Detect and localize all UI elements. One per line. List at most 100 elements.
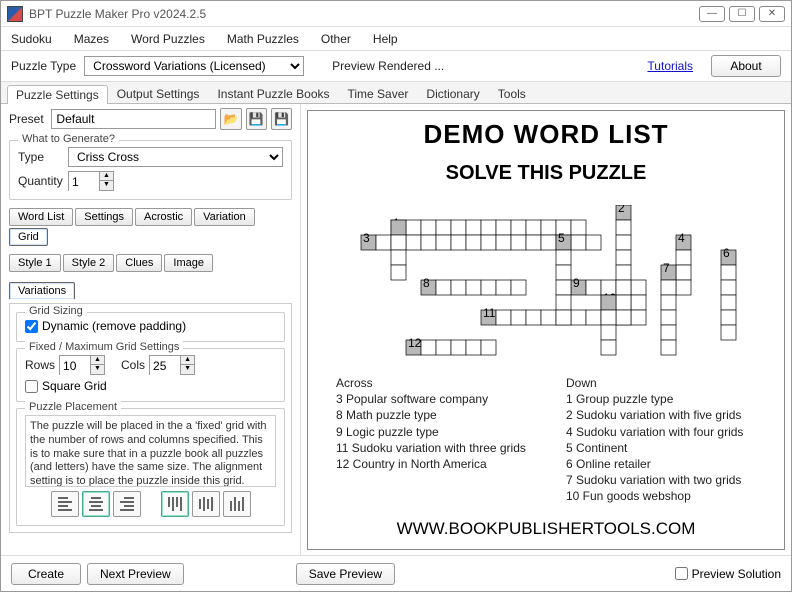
rows-label: Rows: [25, 358, 55, 372]
minimize-button[interactable]: —: [699, 6, 725, 22]
cols-stepper[interactable]: ▲▼: [149, 355, 195, 375]
rows-input[interactable]: [60, 356, 90, 376]
dynamic-checkbox-row[interactable]: Dynamic (remove padding): [25, 319, 276, 333]
save-preview-button[interactable]: Save Preview: [296, 563, 395, 585]
puzzle-type-select[interactable]: Crossword Variations (Licensed): [84, 56, 304, 76]
tab-time-saver[interactable]: Time Saver: [339, 84, 418, 103]
menu-mathpuzzles[interactable]: Math Puzzles: [227, 32, 299, 46]
type-select[interactable]: Criss Cross: [68, 147, 283, 167]
puzzle-type-label: Puzzle Type: [11, 59, 76, 73]
subtab-wordlist[interactable]: Word List: [9, 208, 73, 226]
title-bar: BPT Puzzle Maker Pro v2024.2.5 — ☐ ✕: [1, 1, 791, 27]
save-preset-as-button[interactable]: 💾: [271, 108, 292, 130]
preview-subtitle: SOLVE THIS PUZZLE: [446, 162, 647, 185]
down-clue: 6 Online retailer: [566, 456, 756, 472]
preview-footer: WWW.BOOKPUBLISHERTOOLS.COM: [397, 519, 696, 541]
svg-text:4: 4: [678, 231, 685, 245]
down-clue: 1 Group puzzle type: [566, 391, 756, 407]
tab-dictionary[interactable]: Dictionary: [417, 84, 488, 103]
valign-middle-button[interactable]: [192, 491, 220, 517]
valign-top-button[interactable]: [161, 491, 189, 517]
save-preset-button[interactable]: 💾: [246, 108, 267, 130]
svg-text:12: 12: [408, 336, 422, 350]
across-clue: 11 Sudoku variation with three grids: [336, 440, 526, 456]
app-icon: [7, 6, 23, 22]
puzzle-placement-legend: Puzzle Placement: [25, 401, 121, 413]
clues-across: Across 3 Popular software company 8 Math…: [336, 375, 526, 505]
preview-solution-checkbox[interactable]: [675, 567, 688, 580]
svg-text:9: 9: [573, 276, 580, 290]
subtab-acrostic[interactable]: Acrostic: [135, 208, 192, 226]
tab-output-settings[interactable]: Output Settings: [108, 84, 209, 103]
preview-title: DEMO WORD LIST: [423, 119, 668, 150]
grid-sizing-group: Grid Sizing Dynamic (remove padding): [16, 312, 285, 342]
subtab-variation[interactable]: Variation: [194, 208, 255, 226]
grid-sizing-legend: Grid Sizing: [25, 305, 87, 317]
what-to-generate-legend: What to Generate?: [18, 133, 119, 145]
next-preview-button[interactable]: Next Preview: [87, 563, 184, 585]
preset-label: Preset: [9, 112, 47, 126]
svg-text:5: 5: [558, 231, 565, 245]
fixed-grid-group: Fixed / Maximum Grid Settings Rows ▲▼ Co…: [16, 348, 285, 402]
toolbar: Puzzle Type Crossword Variations (Licens…: [1, 51, 791, 82]
square-grid-label: Square Grid: [42, 379, 107, 393]
across-clue: 9 Logic puzzle type: [336, 424, 526, 440]
menu-help[interactable]: Help: [373, 32, 398, 46]
menu-bar: Sudoku Mazes Word Puzzles Math Puzzles O…: [1, 27, 791, 51]
down-heading: Down: [566, 375, 756, 391]
preset-input[interactable]: [51, 109, 216, 129]
subtab-settings[interactable]: Settings: [75, 208, 133, 226]
align-right-button[interactable]: [113, 491, 141, 517]
subtab-clues[interactable]: Clues: [116, 254, 162, 272]
dynamic-checkbox[interactable]: [25, 320, 38, 333]
subtabs-1: Word List Settings Acrostic Variation Gr…: [9, 208, 292, 246]
window-title: BPT Puzzle Maker Pro v2024.2.5: [29, 7, 206, 21]
tab-tools[interactable]: Tools: [489, 84, 535, 103]
close-button[interactable]: ✕: [759, 6, 785, 22]
chevron-up-icon[interactable]: ▲: [99, 172, 113, 181]
main-tabs: Puzzle Settings Output Settings Instant …: [1, 82, 791, 104]
about-button[interactable]: About: [711, 55, 781, 77]
square-grid-checkbox[interactable]: [25, 380, 38, 393]
down-clue: 10 Fun goods webshop: [566, 488, 756, 504]
tab-puzzle-settings[interactable]: Puzzle Settings: [7, 85, 108, 104]
valign-bottom-button[interactable]: [223, 491, 251, 517]
tab-instant-puzzle-books[interactable]: Instant Puzzle Books: [208, 84, 338, 103]
preview-status: Preview Rendered ...: [332, 59, 444, 73]
menu-mazes[interactable]: Mazes: [74, 32, 109, 46]
align-center-button[interactable]: [82, 491, 110, 517]
tab-variations[interactable]: Variations: [9, 282, 75, 300]
subtab-image[interactable]: Image: [164, 254, 213, 272]
down-clue: 5 Continent: [566, 440, 756, 456]
quantity-stepper[interactable]: ▲▼: [68, 171, 114, 191]
menu-sudoku[interactable]: Sudoku: [11, 32, 52, 46]
what-to-generate-group: What to Generate? Type Criss Cross Quant…: [9, 140, 292, 200]
variations-tabstrip: Variations: [9, 282, 292, 300]
across-clue: 3 Popular software company: [336, 391, 526, 407]
open-preset-button[interactable]: 📂: [220, 108, 241, 130]
down-clue: 7 Sudoku variation with two grids: [566, 472, 756, 488]
subtab-style2[interactable]: Style 2: [63, 254, 115, 272]
subtab-grid[interactable]: Grid: [9, 228, 48, 246]
svg-text:8: 8: [423, 276, 430, 290]
clues: Across 3 Popular software company 8 Math…: [326, 375, 766, 505]
crossword-grid: 138910111224567: [346, 205, 746, 365]
bottom-bar: Create Next Preview Save Preview Preview…: [1, 555, 791, 591]
quantity-input[interactable]: [69, 172, 99, 192]
create-button[interactable]: Create: [11, 563, 81, 585]
tutorials-link[interactable]: Tutorials: [647, 59, 693, 73]
rows-stepper[interactable]: ▲▼: [59, 355, 105, 375]
subtab-style1[interactable]: Style 1: [9, 254, 61, 272]
align-left-button[interactable]: [51, 491, 79, 517]
svg-text:6: 6: [723, 246, 730, 260]
square-grid-row[interactable]: Square Grid: [25, 379, 276, 393]
down-clue: 2 Sudoku variation with five grids: [566, 407, 756, 423]
chevron-down-icon[interactable]: ▼: [99, 181, 113, 190]
menu-wordpuzzles[interactable]: Word Puzzles: [131, 32, 205, 46]
maximize-button[interactable]: ☐: [729, 6, 755, 22]
menu-other[interactable]: Other: [321, 32, 351, 46]
svg-text:11: 11: [483, 306, 496, 320]
cols-input[interactable]: [150, 356, 180, 376]
preview-solution-row[interactable]: Preview Solution: [675, 567, 781, 581]
puzzle-placement-group: Puzzle Placement The puzzle will be plac…: [16, 408, 285, 526]
